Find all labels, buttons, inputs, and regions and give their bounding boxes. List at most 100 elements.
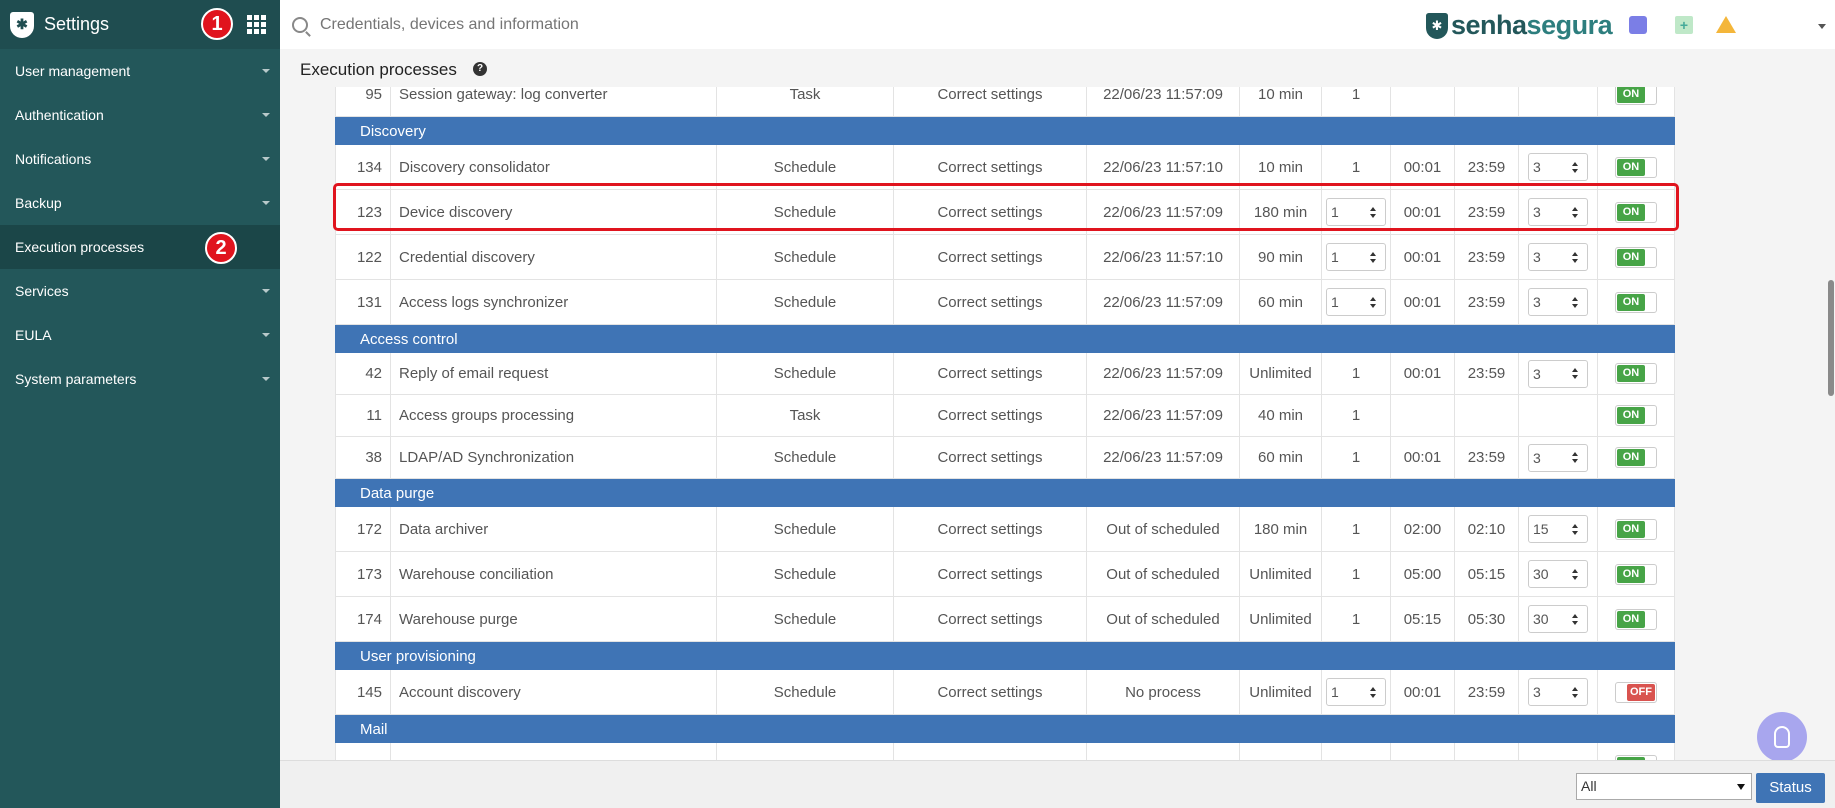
number-stepper[interactable]: 3 xyxy=(1528,153,1588,181)
enable-toggle[interactable]: OFF xyxy=(1615,681,1657,703)
enable-toggle[interactable]: ON xyxy=(1615,291,1657,313)
stepper-arrows-icon[interactable] xyxy=(1367,206,1379,218)
stepper-arrows-icon[interactable] xyxy=(1569,686,1581,698)
cell-status-text: Correct settings xyxy=(937,293,1043,311)
stepper-arrows-icon[interactable] xyxy=(1367,296,1379,308)
stepper-arrows-icon[interactable] xyxy=(1569,568,1581,580)
number-stepper[interactable]: 15 xyxy=(1528,515,1588,543)
add-file-icon[interactable]: + xyxy=(1675,16,1693,34)
cell-interval-text: 90 min xyxy=(1257,248,1304,266)
enable-toggle[interactable]: ON xyxy=(1615,156,1657,178)
cell-toggle: ON xyxy=(1598,597,1674,641)
status-filter-select[interactable]: All xyxy=(1576,773,1752,800)
cell-start-text: 00:01 xyxy=(1403,248,1442,266)
number-stepper[interactable]: 1 xyxy=(1326,198,1386,226)
toggle-label: ON xyxy=(1617,449,1645,466)
table-row[interactable]: 172 Data archiver Schedule Correct settings… xyxy=(335,507,1675,552)
sidebar-item-user-management[interactable]: User management xyxy=(0,49,280,93)
sidebar-item-services[interactable]: Services xyxy=(0,269,280,313)
toggle-label: ON xyxy=(1617,610,1645,628)
cell-toggle: ON xyxy=(1598,190,1674,234)
enable-toggle[interactable]: ON xyxy=(1615,405,1657,426)
table-row[interactable]: 122 Credential discovery Schedule Correct s… xyxy=(335,235,1675,280)
cell-instances: 1 xyxy=(1322,145,1391,189)
sidebar-item-notifications[interactable]: Notifications xyxy=(0,137,280,181)
table-row[interactable]: 174 Warehouse purge Schedule Correct settin… xyxy=(335,597,1675,642)
cell-retry: 3 xyxy=(1519,280,1598,324)
stepper-arrows-icon[interactable] xyxy=(1569,452,1581,463)
stepper-arrows-icon[interactable] xyxy=(1569,206,1581,218)
warning-icon[interactable] xyxy=(1716,16,1736,33)
number-stepper[interactable]: 3 xyxy=(1528,243,1588,271)
enable-toggle[interactable]: ON xyxy=(1615,363,1657,384)
table-row[interactable]: 42 Reply of email request Schedule Correct … xyxy=(335,353,1675,395)
stepper-arrows-icon[interactable] xyxy=(1569,161,1581,173)
enable-toggle[interactable]: ON xyxy=(1615,518,1657,540)
enable-toggle[interactable]: ON xyxy=(1615,87,1657,105)
cell-toggle: ON xyxy=(1598,280,1674,324)
number-stepper[interactable]: 3 xyxy=(1528,288,1588,316)
cell-interval-text: 10 min xyxy=(1257,87,1304,103)
sidebar-item-backup[interactable]: Backup xyxy=(0,181,280,225)
cell-end: 23:59 xyxy=(1455,145,1519,189)
table-row[interactable]: ON xyxy=(335,743,1675,760)
table-row[interactable]: 173 Warehouse conciliation Schedule Correct… xyxy=(335,552,1675,597)
apps-grid-icon[interactable] xyxy=(247,15,267,34)
stepper-arrows-icon[interactable] xyxy=(1367,686,1379,698)
table-row[interactable]: 38 LDAP/AD Synchronization Schedule Correct… xyxy=(335,437,1675,479)
number-stepper[interactable]: 30 xyxy=(1528,560,1588,588)
table-row[interactable]: 11 Access groups processing Task Correct se… xyxy=(335,395,1675,437)
cell-last-run: Out of scheduled xyxy=(1087,507,1240,551)
stepper-arrows-icon[interactable] xyxy=(1569,523,1581,535)
page-header: Execution processes ? xyxy=(280,49,1835,87)
user-menu-chevron-icon[interactable] xyxy=(1818,24,1826,29)
sidebar-item-eula[interactable]: EULA xyxy=(0,313,280,357)
cell-interval-text: 40 min xyxy=(1257,407,1304,424)
cell-id-text: 122 xyxy=(356,248,382,266)
stepper-arrows-icon[interactable] xyxy=(1367,251,1379,263)
cell-start xyxy=(1391,743,1455,760)
enable-toggle[interactable]: ON xyxy=(1615,201,1657,223)
cell-end: 23:59 xyxy=(1455,235,1519,279)
home-icon[interactable] xyxy=(1629,16,1647,34)
sidebar-item-system-parameters[interactable]: System parameters xyxy=(0,357,280,401)
search-input[interactable] xyxy=(320,15,820,34)
cell-interval: Unlimited xyxy=(1240,597,1322,641)
stepper-arrows-icon[interactable] xyxy=(1569,251,1581,263)
number-stepper[interactable]: 1 xyxy=(1326,288,1386,316)
sidebar-item-execution-processes[interactable]: Execution processes xyxy=(0,225,280,269)
stepper-arrows-icon[interactable] xyxy=(1569,368,1581,379)
number-stepper[interactable]: 3 xyxy=(1528,443,1588,472)
table-row[interactable]: 123 Device discovery Schedule Correct setti… xyxy=(335,190,1675,235)
enable-toggle[interactable]: ON xyxy=(1615,447,1657,468)
cell-interval-text: Unlimited xyxy=(1249,683,1312,701)
table-row[interactable]: 145 Account discovery Schedule Correct sett… xyxy=(335,670,1675,715)
stepper-value: 30 xyxy=(1533,611,1549,627)
stepper-arrows-icon[interactable] xyxy=(1569,613,1581,625)
number-stepper[interactable]: 3 xyxy=(1528,198,1588,226)
enable-toggle[interactable]: ON xyxy=(1615,563,1657,585)
cell-last-run: Out of scheduled xyxy=(1087,597,1240,641)
scrollbar-thumb[interactable] xyxy=(1828,280,1834,396)
help-icon[interactable]: ? xyxy=(473,62,487,76)
stepper-value: 3 xyxy=(1533,159,1541,175)
cell-last-run-text: Out of scheduled xyxy=(1106,610,1220,628)
number-stepper[interactable]: 1 xyxy=(1326,243,1386,271)
cell-status-text: Correct settings xyxy=(937,248,1043,266)
number-stepper[interactable]: 3 xyxy=(1528,678,1588,706)
brand-text-part2: segura xyxy=(1526,10,1613,40)
stepper-arrows-icon[interactable] xyxy=(1569,296,1581,308)
scrollbar[interactable] xyxy=(1827,87,1835,760)
number-stepper[interactable]: 30 xyxy=(1528,605,1588,633)
enable-toggle[interactable]: ON xyxy=(1615,608,1657,630)
cell-retry: 15 xyxy=(1519,507,1598,551)
status-button[interactable]: Status xyxy=(1756,773,1825,803)
number-stepper[interactable]: 3 xyxy=(1528,359,1588,388)
number-stepper[interactable]: 1 xyxy=(1326,678,1386,706)
tips-button[interactable] xyxy=(1757,712,1807,762)
enable-toggle[interactable]: ON xyxy=(1615,246,1657,268)
sidebar-item-authentication[interactable]: Authentication xyxy=(0,93,280,137)
table-row[interactable]: 95 Session gateway: log converter Task Corr… xyxy=(335,87,1675,117)
table-row[interactable]: 131 Access logs synchronizer Schedule Corre… xyxy=(335,280,1675,325)
table-row[interactable]: 134 Discovery consolidator Schedule Correct… xyxy=(335,145,1675,190)
